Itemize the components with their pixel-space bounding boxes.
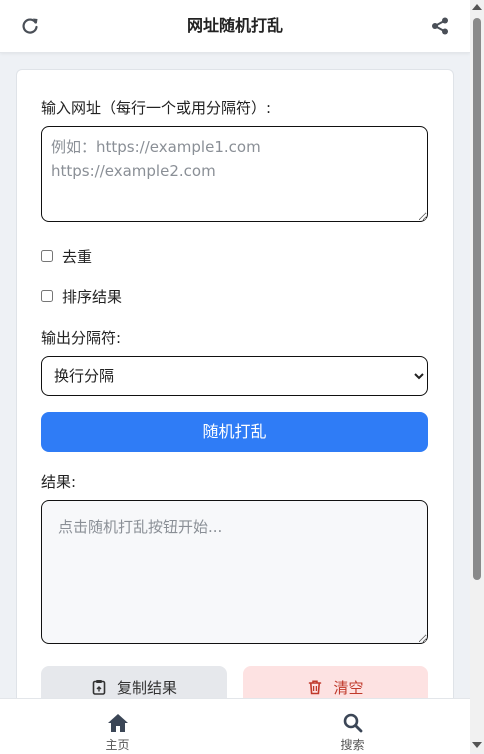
trash-icon	[309, 680, 322, 695]
sort-label: 排序结果	[62, 287, 123, 306]
url-input-label: 输入网址（每行一个或用分隔符）:	[41, 99, 272, 117]
bottom-nav: 主页 搜索	[0, 698, 470, 754]
result-output[interactable]	[41, 500, 428, 644]
dedupe-checkbox[interactable]	[41, 250, 53, 262]
scrollbar-thumb[interactable]	[473, 18, 481, 580]
page-title: 网址随机打乱	[186, 16, 283, 35]
scroll-up-arrow-icon[interactable]	[472, 4, 482, 10]
sort-checkbox[interactable]	[41, 290, 53, 302]
dedupe-label: 去重	[62, 247, 93, 266]
scroll-down-arrow-icon[interactable]	[472, 742, 482, 748]
nav-item-search[interactable]: 搜索	[235, 699, 470, 754]
url-input[interactable]	[41, 126, 428, 222]
shuffle-button[interactable]: 随机打乱	[41, 412, 428, 452]
nav-search-label: 搜索	[340, 738, 365, 752]
separator-label: 输出分隔符:	[41, 329, 122, 347]
clear-label: 清空	[333, 678, 364, 697]
copy-result-label: 复制结果	[116, 678, 177, 697]
result-label: 结果:	[41, 473, 77, 491]
share-icon[interactable]	[430, 16, 450, 36]
clipboard-icon	[92, 680, 106, 695]
nav-home-label: 主页	[105, 738, 130, 752]
home-icon	[107, 714, 128, 732]
search-icon	[343, 713, 362, 733]
separator-select[interactable]: 换行分隔	[41, 356, 428, 396]
nav-item-home[interactable]: 主页	[0, 699, 235, 754]
top-bar: 网址随机打乱	[0, 0, 470, 53]
dedupe-checkbox-row[interactable]: 去重	[41, 245, 92, 267]
sort-checkbox-row[interactable]: 排序结果	[41, 285, 122, 307]
